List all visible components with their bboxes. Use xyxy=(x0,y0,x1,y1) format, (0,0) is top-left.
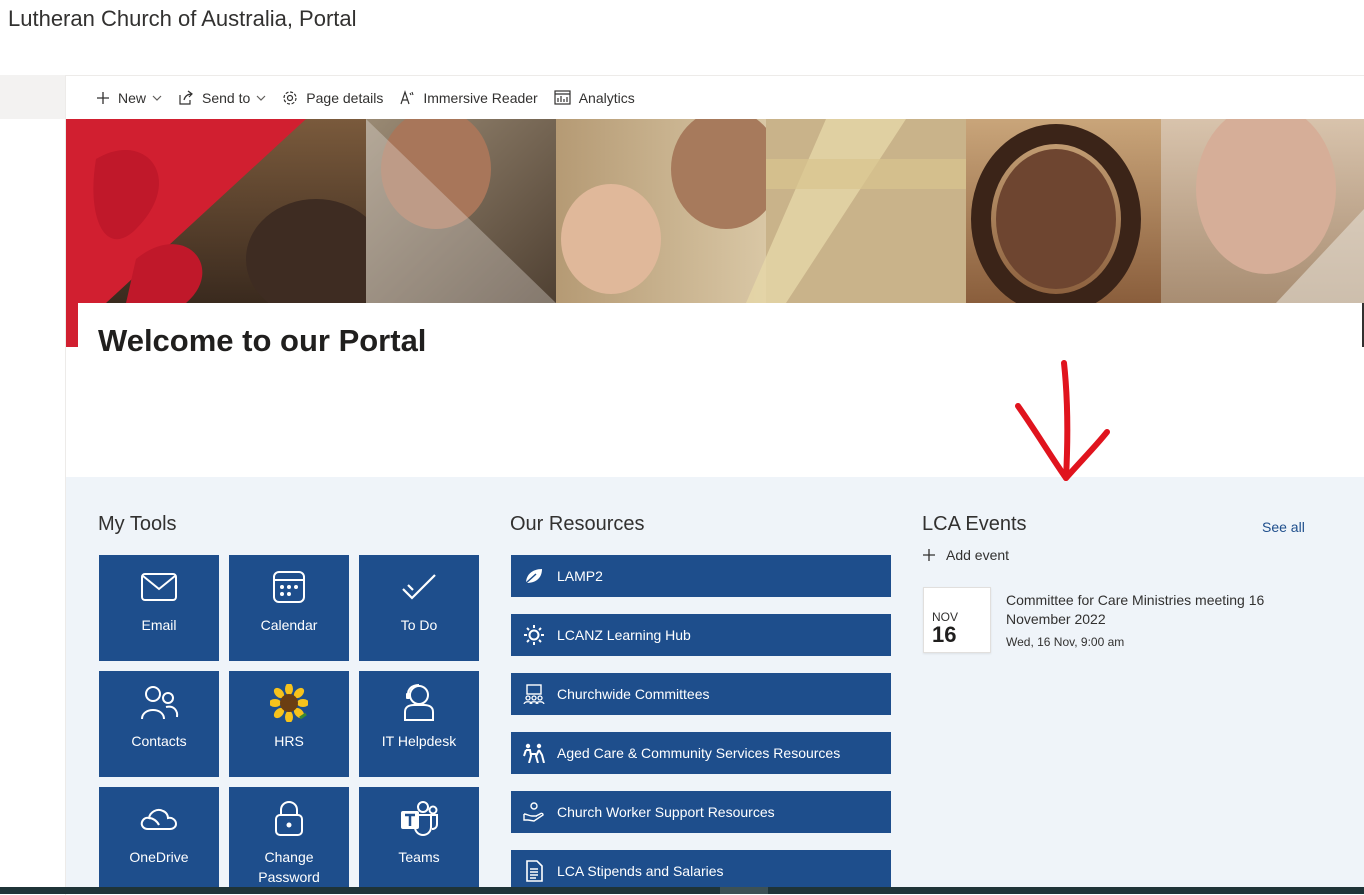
scrollbar-thumb[interactable] xyxy=(720,887,768,894)
sunflower-icon xyxy=(270,684,308,722)
calendar-label: Calendar xyxy=(260,617,318,633)
chevron-down-icon xyxy=(256,95,266,101)
page-details-label: Page details xyxy=(306,89,384,106)
resource-label: LCANZ Learning Hub xyxy=(557,627,691,643)
leaf-icon xyxy=(525,569,542,584)
committee-icon xyxy=(523,684,545,704)
todo-label: To Do xyxy=(400,617,438,633)
hero-banner-image xyxy=(66,119,1364,303)
email-label: Email xyxy=(141,617,177,633)
lock-icon xyxy=(275,801,303,836)
my-tools-heading: My Tools xyxy=(98,513,177,535)
teams-label: Teams xyxy=(398,849,440,865)
plus-icon xyxy=(923,549,935,561)
it-helpdesk-tile[interactable]: IT Helpdesk xyxy=(359,671,479,777)
command-bar: New Send to Page details Immersive Reade… xyxy=(66,75,1364,119)
mail-icon xyxy=(141,573,177,601)
page-details-button[interactable]: Page details xyxy=(282,76,383,119)
brand-accent-bar xyxy=(66,303,78,347)
contacts-icon xyxy=(141,686,179,720)
resource-label: Churchwide Committees xyxy=(557,686,710,702)
event-datetime: Wed, 16 Nov, 9:00 am xyxy=(1006,635,1125,649)
add-event-label: Add event xyxy=(946,547,1010,563)
share-icon xyxy=(179,90,193,105)
chevron-down-icon xyxy=(152,95,162,101)
event-day: 16 xyxy=(932,622,957,647)
onedrive-cloud-icon xyxy=(140,808,178,830)
email-tile[interactable]: Email xyxy=(99,555,219,661)
event-date-box: NOV 16 xyxy=(923,587,991,653)
immersive-reader-button[interactable]: Immersive Reader xyxy=(399,76,538,119)
hrs-label: HRS xyxy=(274,733,304,749)
document-icon xyxy=(526,860,543,882)
analytics-icon xyxy=(554,90,571,105)
it-helpdesk-label: IT Helpdesk xyxy=(381,733,457,749)
todo-check-icon xyxy=(402,574,436,600)
analytics-label: Analytics xyxy=(578,89,635,106)
teams-tile[interactable]: Teams xyxy=(359,787,479,893)
content-section: My Tools Email Calendar To Do Contacts H… xyxy=(66,477,1364,893)
resource-link-churchwide-committees[interactable]: Churchwide Committees xyxy=(511,673,891,715)
page-heading: Welcome to our Portal xyxy=(98,323,427,358)
immersive-reader-icon xyxy=(400,89,414,104)
lca-events-heading: LCA Events xyxy=(922,513,1027,535)
resource-label: Aged Care & Community Services Resources xyxy=(557,745,841,761)
add-event-button[interactable]: Add event xyxy=(922,547,1009,563)
onedrive-label: OneDrive xyxy=(129,849,189,865)
left-nav-strip xyxy=(0,75,66,119)
resource-link-church-worker-support[interactable]: Church Worker Support Resources xyxy=(511,791,891,833)
immersive-reader-label: Immersive Reader xyxy=(423,89,538,106)
helpdesk-person-icon xyxy=(404,684,434,721)
resource-link-lcanz-learning-hub[interactable]: LCANZ Learning Hub xyxy=(511,614,891,656)
plus-icon xyxy=(97,91,109,104)
horizontal-scrollbar[interactable] xyxy=(0,887,1364,894)
page-title-area: Welcome to our Portal xyxy=(66,303,1364,477)
onedrive-tile[interactable]: OneDrive xyxy=(99,787,219,893)
resource-link-lca-stipends[interactable]: LCA Stipends and Salaries xyxy=(511,850,891,892)
support-hands-icon xyxy=(523,802,544,822)
hrs-tile[interactable]: HRS xyxy=(229,671,349,777)
resource-label: Church Worker Support Resources xyxy=(557,804,775,820)
contacts-tile[interactable]: Contacts xyxy=(99,671,219,777)
sun-gear-icon xyxy=(524,625,544,645)
calendar-tile[interactable]: Calendar xyxy=(229,555,349,661)
family-icon xyxy=(523,743,545,763)
our-resources-heading: Our Resources xyxy=(510,513,645,535)
resource-link-lamp2[interactable]: LAMP2 xyxy=(511,555,891,597)
calendar-icon xyxy=(273,571,305,603)
analytics-button[interactable]: Analytics xyxy=(554,76,635,119)
send-to-button[interactable]: Send to xyxy=(178,76,266,119)
new-label: New xyxy=(118,89,147,106)
site-title[interactable]: Lutheran Church of Australia, Portal xyxy=(8,6,357,32)
new-button[interactable]: New xyxy=(96,76,162,119)
gear-icon xyxy=(283,90,297,105)
change-password-label: Change Password xyxy=(258,849,320,885)
see-all-link[interactable]: See all xyxy=(1262,519,1305,535)
send-to-label: Send to xyxy=(202,89,251,106)
contacts-label: Contacts xyxy=(131,733,187,749)
resource-label: LCA Stipends and Salaries xyxy=(557,863,724,879)
event-title-link[interactable]: Committee for Care Ministries meeting 16… xyxy=(1006,591,1306,629)
teams-icon xyxy=(401,801,438,837)
resource-link-aged-care[interactable]: Aged Care & Community Services Resources xyxy=(511,732,891,774)
change-password-tile[interactable]: Change Password xyxy=(229,787,349,893)
resource-label: LAMP2 xyxy=(557,568,603,584)
todo-tile[interactable]: To Do xyxy=(359,555,479,661)
